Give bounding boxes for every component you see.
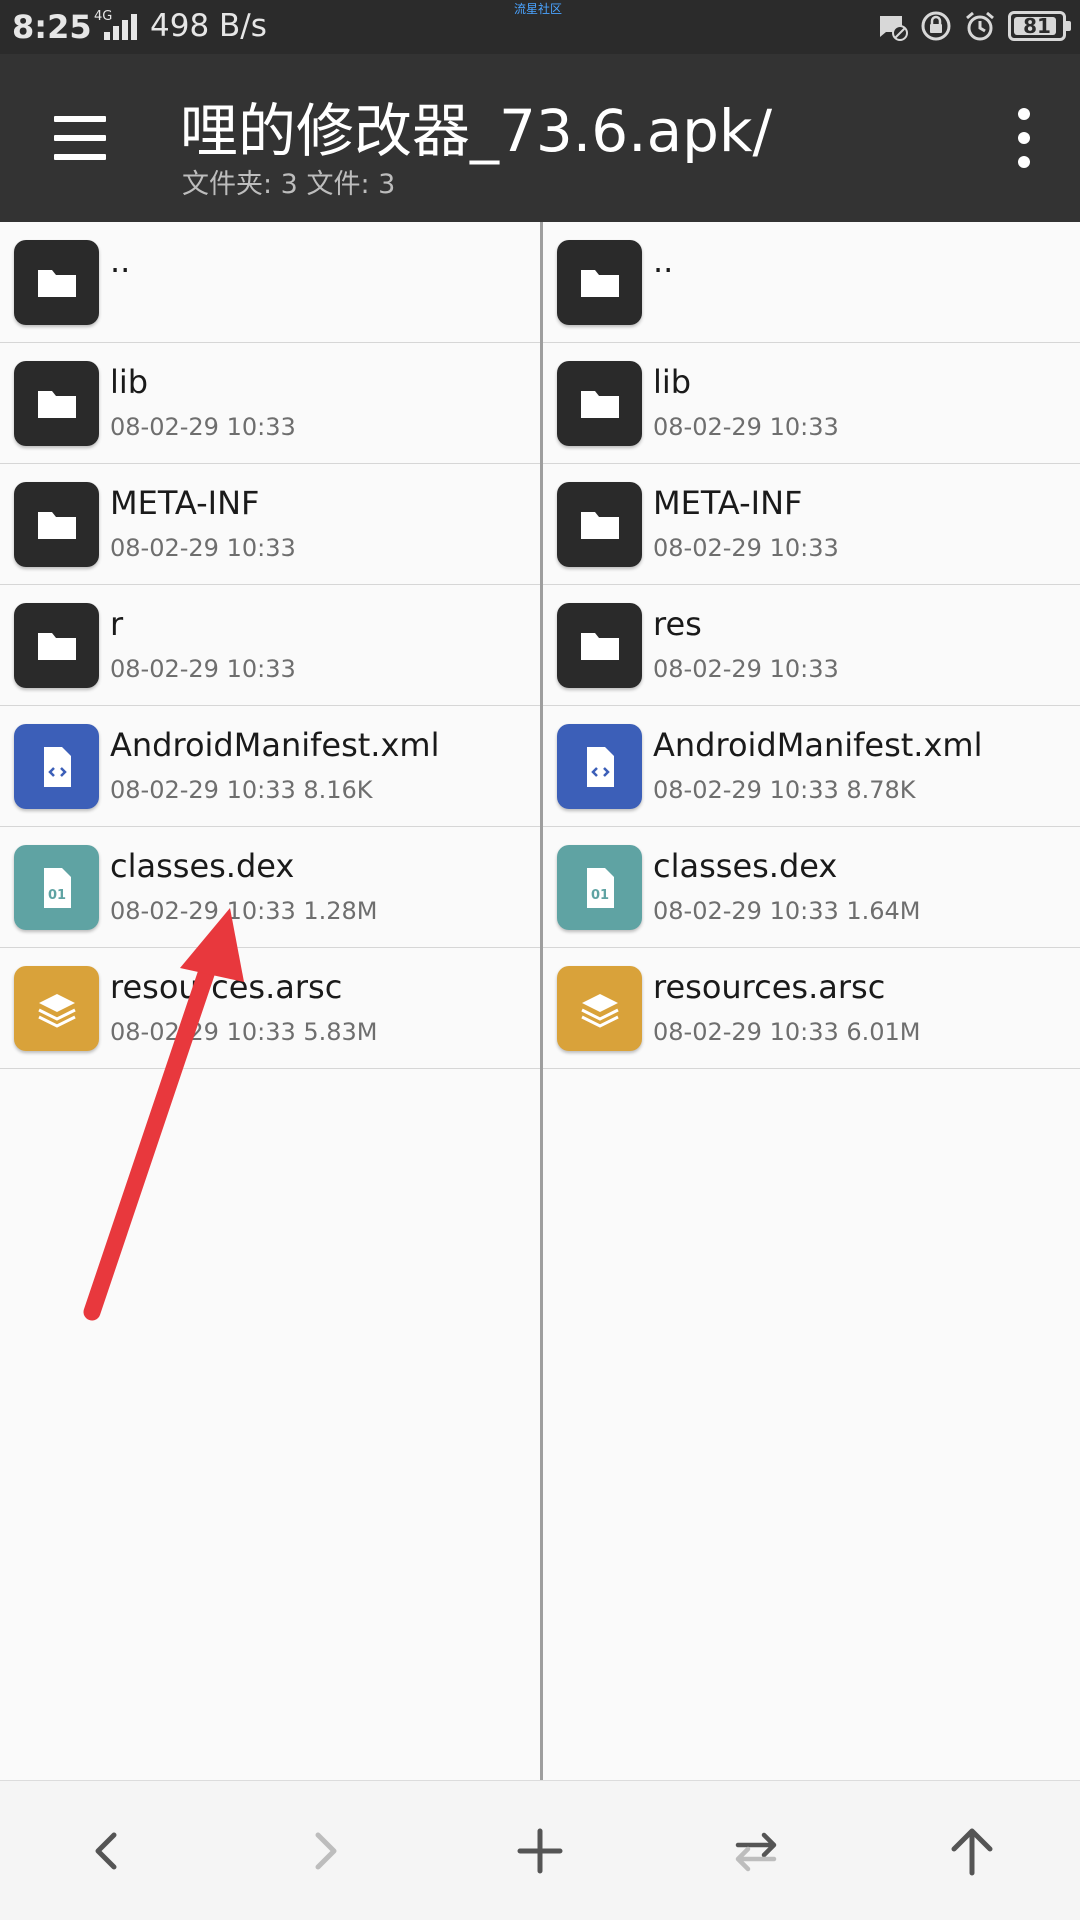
file-name: META-INF: [653, 484, 803, 522]
folder-icon: [14, 361, 99, 446]
signal-icon: [104, 14, 137, 40]
file-list-item[interactable]: r 08-02-29 10:33: [0, 585, 540, 706]
swap-button[interactable]: [716, 1811, 796, 1891]
file-list-item[interactable]: res 08-02-29 10:33: [543, 585, 1080, 706]
file-list-item[interactable]: ..: [0, 222, 540, 343]
svg-text:01: 01: [47, 888, 65, 903]
file-meta: 08-02-29 10:33: [110, 655, 296, 683]
file-name: META-INF: [110, 484, 260, 522]
file-list-item[interactable]: 01 classes.dex 08-02-29 10:33 1.28M: [0, 827, 540, 948]
folder-icon: [14, 240, 99, 325]
hamburger-menu-icon[interactable]: [40, 106, 120, 170]
swap-icon: [735, 1832, 777, 1872]
layers-icon: [14, 966, 99, 1051]
status-bar: 8:25 4G 498 B/s 流星社区 81: [0, 0, 1080, 54]
file-meta: 08-02-29 10:33: [110, 534, 296, 562]
file-meta: 08-02-29 10:33 5.83M: [110, 1018, 378, 1046]
up-button[interactable]: [932, 1811, 1012, 1891]
status-icons: 81: [876, 10, 1071, 42]
file-list-item[interactable]: META-INF 08-02-29 10:33: [0, 464, 540, 585]
back-button[interactable]: [68, 1811, 148, 1891]
file-list-item[interactable]: AndroidManifest.xml 08-02-29 10:33 8.16K: [0, 706, 540, 827]
battery-icon: 81: [1008, 11, 1071, 41]
file-name: ..: [653, 242, 674, 280]
file-meta: 08-02-29 10:33 1.64M: [653, 897, 921, 925]
bottom-toolbar: [0, 1780, 1080, 1920]
file-meta: 08-02-29 10:33 8.78K: [653, 776, 916, 804]
folder-icon: [557, 482, 642, 567]
file-name: resources.arsc: [653, 968, 886, 1006]
file-name: AndroidManifest.xml: [653, 726, 983, 764]
status-time: 8:25: [12, 8, 92, 46]
file-list-item[interactable]: resources.arsc 08-02-29 10:33 5.83M: [0, 948, 540, 1069]
forward-button[interactable]: [284, 1811, 364, 1891]
page-title: 哩的修改器_73.6.apk/: [180, 97, 773, 165]
file-name: lib: [653, 363, 692, 401]
file-name: lib: [110, 363, 149, 401]
xml-file-icon: [557, 724, 642, 809]
forward-arrow-icon: [315, 1832, 337, 1870]
file-list-item[interactable]: 01 classes.dex 08-02-29 10:33 1.64M: [543, 827, 1080, 948]
folder-icon: [14, 482, 99, 567]
file-name: classes.dex: [653, 847, 838, 885]
app-bar: 哩的修改器_73.6.apk/ 文件夹: 3 文件: 3: [0, 54, 1080, 222]
watermark: 流星社区: [514, 2, 563, 16]
folder-icon: [557, 240, 642, 325]
file-list-item[interactable]: ..: [543, 222, 1080, 343]
xml-file-icon: [14, 724, 99, 809]
file-name: r: [110, 605, 124, 643]
file-meta: 08-02-29 10:33: [110, 413, 296, 441]
add-icon: [517, 1828, 563, 1874]
file-name: classes.dex: [110, 847, 295, 885]
right-file-pane[interactable]: .. lib 08-02-29 10:33 META-INF 08-02-29 10:3…: [543, 222, 1080, 1780]
up-arrow-icon: [951, 1828, 993, 1876]
add-button[interactable]: [500, 1811, 580, 1891]
file-list-item[interactable]: AndroidManifest.xml 08-02-29 10:33 8.78K: [543, 706, 1080, 827]
left-file-pane[interactable]: .. lib 08-02-29 10:33 META-INF 08-02-29 10:3…: [0, 222, 540, 1780]
file-meta: 08-02-29 10:33: [653, 413, 839, 441]
more-vertical-icon[interactable]: [1012, 108, 1036, 168]
binary-file-icon: 01: [557, 845, 642, 930]
file-meta: 08-02-29 10:33 1.28M: [110, 897, 378, 925]
file-meta: 08-02-29 10:33: [653, 534, 839, 562]
page-subtitle: 文件夹: 3 文件: 3: [182, 169, 396, 200]
file-meta: 08-02-29 10:33: [653, 655, 839, 683]
layers-icon: [557, 966, 642, 1051]
svg-text:01: 01: [590, 888, 608, 903]
file-name: resources.arsc: [110, 968, 343, 1006]
file-name: ..: [110, 242, 131, 280]
file-list-item[interactable]: lib 08-02-29 10:33: [543, 343, 1080, 464]
back-arrow-icon: [95, 1832, 117, 1870]
file-list-item[interactable]: META-INF 08-02-29 10:33: [543, 464, 1080, 585]
alarm-icon: [966, 11, 994, 41]
file-list-item[interactable]: resources.arsc 08-02-29 10:33 6.01M: [543, 948, 1080, 1069]
folder-icon: [557, 361, 642, 446]
file-meta: 08-02-29 10:33 8.16K: [110, 776, 373, 804]
folder-icon: [557, 603, 642, 688]
file-list-item[interactable]: lib 08-02-29 10:33: [0, 343, 540, 464]
file-name: res: [653, 605, 702, 643]
folder-icon: [14, 603, 99, 688]
network-speed: 498 B/s: [150, 8, 267, 44]
file-name: AndroidManifest.xml: [110, 726, 440, 764]
notification-off-icon: [880, 16, 908, 41]
file-meta: 08-02-29 10:33 6.01M: [653, 1018, 921, 1046]
battery-level: 81: [1023, 14, 1051, 38]
lock-rotation-icon: [921, 11, 951, 41]
binary-file-icon: 01: [14, 845, 99, 930]
